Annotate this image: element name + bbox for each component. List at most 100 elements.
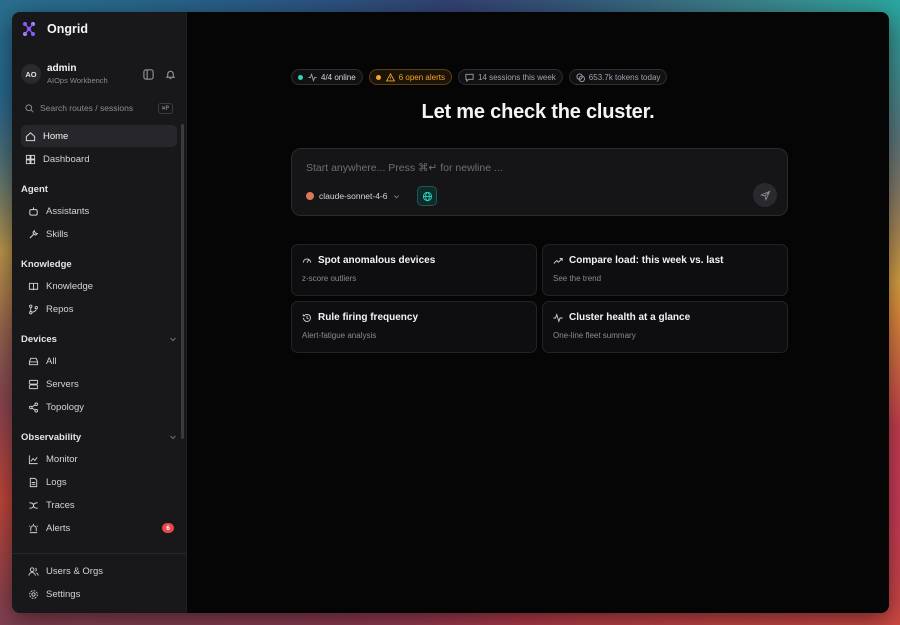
sidebar-item-label: Logs <box>46 476 67 488</box>
sidebar-item-alerts[interactable]: Alerts 6 <box>21 517 177 539</box>
section-label: Observability <box>21 431 82 443</box>
section-knowledge[interactable]: Knowledge <box>21 253 177 275</box>
sidebar-toggle-icon[interactable] <box>141 67 155 81</box>
file-text-icon <box>27 476 39 488</box>
sidebar-item-label: Monitor <box>46 453 78 465</box>
warning-icon <box>385 72 395 81</box>
section-label: Knowledge <box>21 258 72 270</box>
gauge-icon <box>302 257 312 263</box>
sessions-status-pill[interactable]: 14 sessions this week <box>457 69 563 85</box>
waypoints-icon <box>27 499 39 511</box>
sidebar-item-logs[interactable]: Logs <box>21 471 177 493</box>
search-placeholder: Search routes / sessions <box>40 103 134 113</box>
sessions-count: 14 sessions this week <box>477 72 556 82</box>
send-button[interactable] <box>753 183 777 207</box>
sidebar-item-label: Servers <box>46 378 79 390</box>
book-icon <box>27 280 39 292</box>
online-count: 4/4 online <box>321 72 356 82</box>
sidebar-item-label: Users & Orgs <box>46 565 104 577</box>
sidebar-item-servers[interactable]: Servers <box>21 373 177 395</box>
sidebar-item-monitor[interactable]: Monitor <box>21 448 177 470</box>
sidebar-item-skills[interactable]: Skills <box>21 223 177 245</box>
app-window: Ongrid AO admin AIOps Workbench Search r… <box>12 12 889 613</box>
section-devices[interactable]: Devices <box>21 328 177 350</box>
dashboard-icon <box>24 153 36 165</box>
section-label: Agent <box>21 183 48 195</box>
sidebar-item-repos[interactable]: Repos <box>21 298 177 320</box>
message-icon <box>465 73 474 82</box>
hard-drive-icon <box>27 355 39 367</box>
ongrid-logo-icon <box>23 22 35 36</box>
gear-icon <box>27 588 39 600</box>
status-bar: 4/4 online 6 open alerts 14 sessions thi… <box>291 69 668 85</box>
coins-icon <box>576 72 585 82</box>
bell-icon[interactable] <box>163 67 177 81</box>
alerts-status-pill[interactable]: 6 open alerts <box>368 69 452 85</box>
sidebar-scrollbar[interactable] <box>181 124 184 439</box>
section-observability[interactable]: Observability <box>21 426 177 448</box>
suggestion-subtitle: Alert-fatigue analysis <box>302 331 377 340</box>
chevron-down-icon <box>170 435 176 440</box>
suggestion-card[interactable]: Spot anomalous devices z-score outliers <box>291 244 537 296</box>
prompt-composer[interactable]: Start anywhere... Press ⌘↵ for newline .… <box>291 148 788 216</box>
activity-icon <box>308 72 317 82</box>
sidebar-item-assistants[interactable]: Assistants <box>21 200 177 222</box>
suggestion-title: Rule firing frequency <box>318 312 419 323</box>
suggestion-title: Compare load: this week vs. last <box>569 255 724 266</box>
pulse-icon <box>553 312 563 323</box>
sidebar-footer: Users & Orgs Settings <box>12 553 186 613</box>
sidebar-item-label: Settings <box>46 588 81 600</box>
brand[interactable]: Ongrid <box>12 12 186 46</box>
suggestion-subtitle: One-line fleet summary <box>553 331 636 340</box>
online-status-pill[interactable]: 4/4 online <box>291 69 363 85</box>
tokens-status-pill[interactable]: 653.7k tokens today <box>568 69 668 85</box>
users-icon <box>27 565 39 577</box>
search-input[interactable]: Search routes / sessions ⌘P <box>21 98 177 118</box>
suggestion-subtitle: z-score outliers <box>302 274 357 283</box>
history-icon <box>302 313 311 322</box>
page-title: Let me check the cluster. <box>421 101 655 123</box>
suggestion-subtitle: See the trend <box>553 274 602 283</box>
sidebar-item-label: Repos <box>46 303 74 315</box>
suggestion-card[interactable]: Cluster health at a glance One-line flee… <box>542 301 788 353</box>
trend-up-icon <box>553 257 563 264</box>
tokens-count: 653.7k tokens today <box>588 72 661 82</box>
suggestion-grid: Spot anomalous devices z-score outliers … <box>291 244 788 353</box>
section-agent[interactable]: Agent <box>21 178 177 200</box>
suggestion-card[interactable]: Rule firing frequency Alert-fatigue anal… <box>291 301 537 353</box>
sidebar: Ongrid AO admin AIOps Workbench Search r… <box>12 12 187 613</box>
home-icon <box>24 130 36 142</box>
sidebar-item-dashboard[interactable]: Dashboard <box>21 148 177 170</box>
prompt-input[interactable]: Start anywhere... Press ⌘↵ for newline .… <box>306 162 503 174</box>
siren-icon <box>27 522 39 534</box>
chevron-down-icon <box>393 194 399 198</box>
sidebar-item-home[interactable]: Home <box>21 125 177 147</box>
send-icon <box>759 189 771 201</box>
bot-icon <box>27 205 39 217</box>
sidebar-item-label: Traces <box>46 499 75 511</box>
user-panel: AO admin AIOps Workbench <box>12 52 186 96</box>
sidebar-item-all[interactable]: All <box>21 350 177 372</box>
suggestion-title: Spot anomalous devices <box>318 255 436 266</box>
open-alerts-count: 6 open alerts <box>398 72 445 82</box>
alert-dot-icon <box>375 74 381 80</box>
model-selector[interactable]: claude-sonnet-4-6 <box>306 191 400 201</box>
sidebar-item-settings[interactable]: Settings <box>21 583 177 605</box>
sidebar-item-knowledge[interactable]: Knowledge <box>21 275 177 297</box>
sidebar-item-topology[interactable]: Topology <box>21 396 177 418</box>
server-icon <box>27 378 39 390</box>
sidebar-item-label: Skills <box>46 228 69 240</box>
sidebar-item-label: All <box>46 355 57 367</box>
sidebar-item-label: Alerts <box>46 522 71 534</box>
online-dot-icon <box>298 74 303 80</box>
search-shortcut: ⌘P <box>157 102 173 114</box>
sidebar-item-users-orgs[interactable]: Users & Orgs <box>21 560 177 582</box>
sidebar-item-traces[interactable]: Traces <box>21 494 177 516</box>
alerts-count-badge: 6 <box>162 523 174 533</box>
suggestion-title: Cluster health at a glance <box>569 312 691 323</box>
avatar[interactable]: AO <box>21 64 41 84</box>
model-logo-icon <box>306 192 314 200</box>
web-search-toggle[interactable] <box>417 186 437 206</box>
suggestion-card[interactable]: Compare load: this week vs. last See the… <box>542 244 788 296</box>
sidebar-item-label: Home <box>43 130 69 142</box>
